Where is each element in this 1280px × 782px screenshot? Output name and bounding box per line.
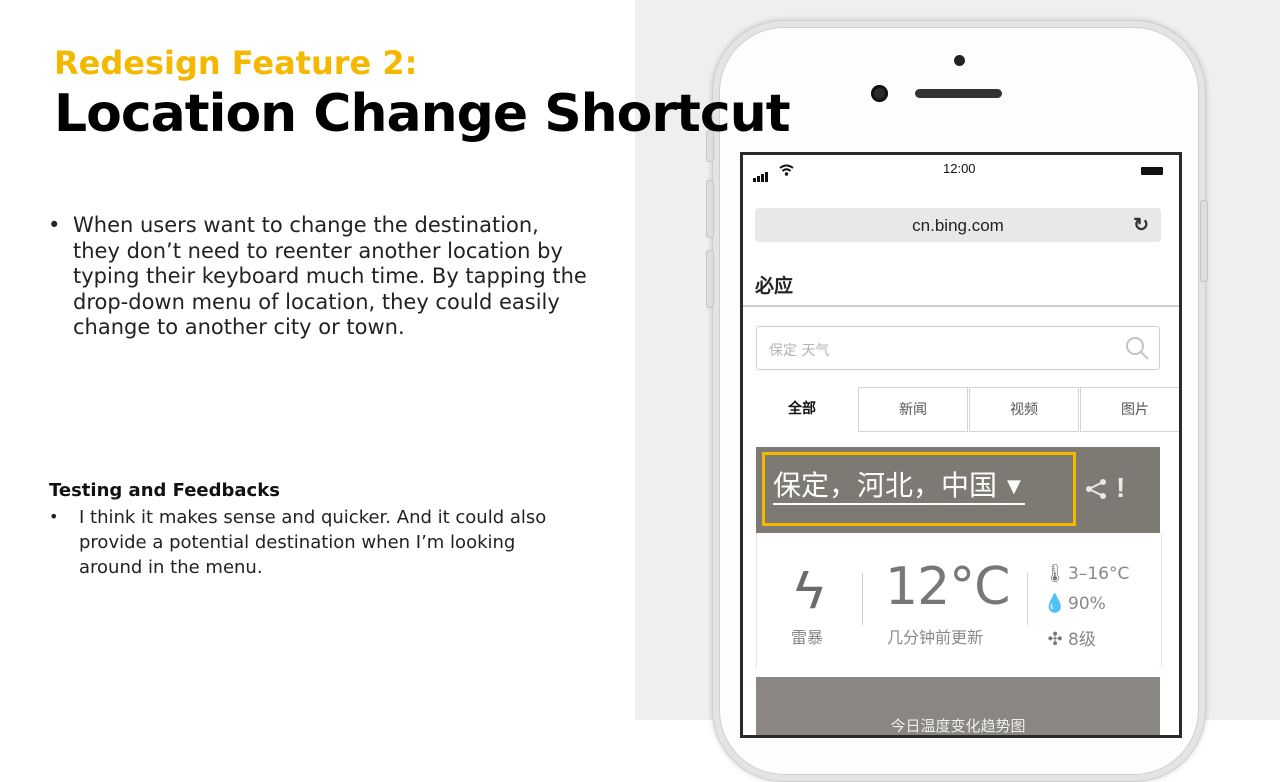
earpiece-speaker	[915, 89, 1002, 98]
current-temperature: 12°C	[885, 557, 1010, 617]
front-camera	[871, 85, 888, 102]
url-text: cn.bing.com	[912, 216, 1004, 235]
location-dropdown[interactable]: 保定，河北，中国 ▼	[773, 470, 1025, 505]
proximity-sensor	[954, 55, 965, 66]
battery-icon	[1141, 167, 1163, 175]
status-time: 12:00	[943, 161, 976, 176]
search-input[interactable]: 保定 天气	[756, 326, 1160, 370]
tab-images[interactable]: 图片	[1080, 387, 1179, 432]
status-bar: 12:00	[743, 155, 1179, 183]
divider	[1027, 573, 1028, 625]
weather-condition: 雷暴	[791, 628, 824, 647]
signal-icon	[753, 167, 769, 182]
feedback-list: I think it makes sense and quicker. And …	[49, 504, 569, 580]
droplet-icon: 💧	[1043, 593, 1067, 614]
tab-news[interactable]: 新闻	[858, 387, 968, 432]
wind-row: ✣ 8级	[1042, 625, 1096, 650]
address-bar[interactable]: cn.bing.com ↻	[755, 208, 1161, 242]
description-list: When users want to change the destinatio…	[48, 213, 588, 341]
description-item: When users want to change the destinatio…	[48, 213, 588, 341]
tab-all[interactable]: 全部	[747, 387, 857, 432]
alert-icon[interactable]: !	[1116, 472, 1125, 504]
trend-panel[interactable]: 今日温度变化趋势图	[756, 677, 1160, 735]
phone-screen: 12:00 cn.bing.com ↻ 必应 保定 天气 全部 新闻 视频 图片…	[740, 152, 1182, 738]
trend-title: 今日温度变化趋势图	[890, 717, 1026, 735]
humidity-row: 💧 90%	[1042, 593, 1106, 614]
phone-volume-up-button	[706, 180, 714, 238]
weather-header: 保定，河北，中国 ▼ !	[756, 447, 1160, 533]
divider	[862, 573, 863, 625]
share-icon[interactable]	[1084, 477, 1108, 501]
wifi-icon	[779, 164, 794, 176]
reload-icon[interactable]: ↻	[1133, 214, 1149, 237]
phone-power-button	[1200, 200, 1208, 282]
brand-logo[interactable]: 必应	[755, 271, 793, 298]
search-placeholder: 保定 天气	[769, 343, 830, 359]
fan-icon: ✣	[1047, 629, 1063, 650]
location-label: 保定，河北，中国	[773, 469, 998, 502]
update-time: 几分钟前更新	[887, 628, 984, 647]
phone-volume-down-button	[706, 250, 714, 308]
feedback-heading: Testing and Feedbacks	[49, 480, 280, 501]
slide-title: Location Change Shortcut	[54, 84, 791, 144]
dropdown-caret-icon: ▼	[1007, 476, 1021, 497]
tab-videos[interactable]: 视频	[969, 387, 1079, 432]
wind-value: 8级	[1068, 630, 1096, 650]
thunderstorm-icon: ϟ	[795, 560, 824, 620]
feedback-item: I think it makes sense and quicker. And …	[49, 504, 569, 580]
temp-range: 3–16°C	[1068, 564, 1130, 584]
thermometer-icon: 🌡	[1043, 563, 1067, 584]
search-icon[interactable]	[1125, 336, 1149, 360]
slide-subtitle: Redesign Feature 2:	[54, 44, 418, 82]
temp-range-row: 🌡3–16°C	[1042, 563, 1130, 584]
weather-card: ϟ 雷暴 12°C 几分钟前更新 🌡3–16°C 💧 90% ✣ 8级	[756, 533, 1162, 667]
result-tabs: 全部 新闻 视频 图片	[743, 387, 1179, 432]
header-divider	[743, 305, 1179, 307]
location-highlight-box: 保定，河北，中国 ▼	[762, 452, 1076, 526]
humidity-value: 90%	[1068, 594, 1106, 614]
